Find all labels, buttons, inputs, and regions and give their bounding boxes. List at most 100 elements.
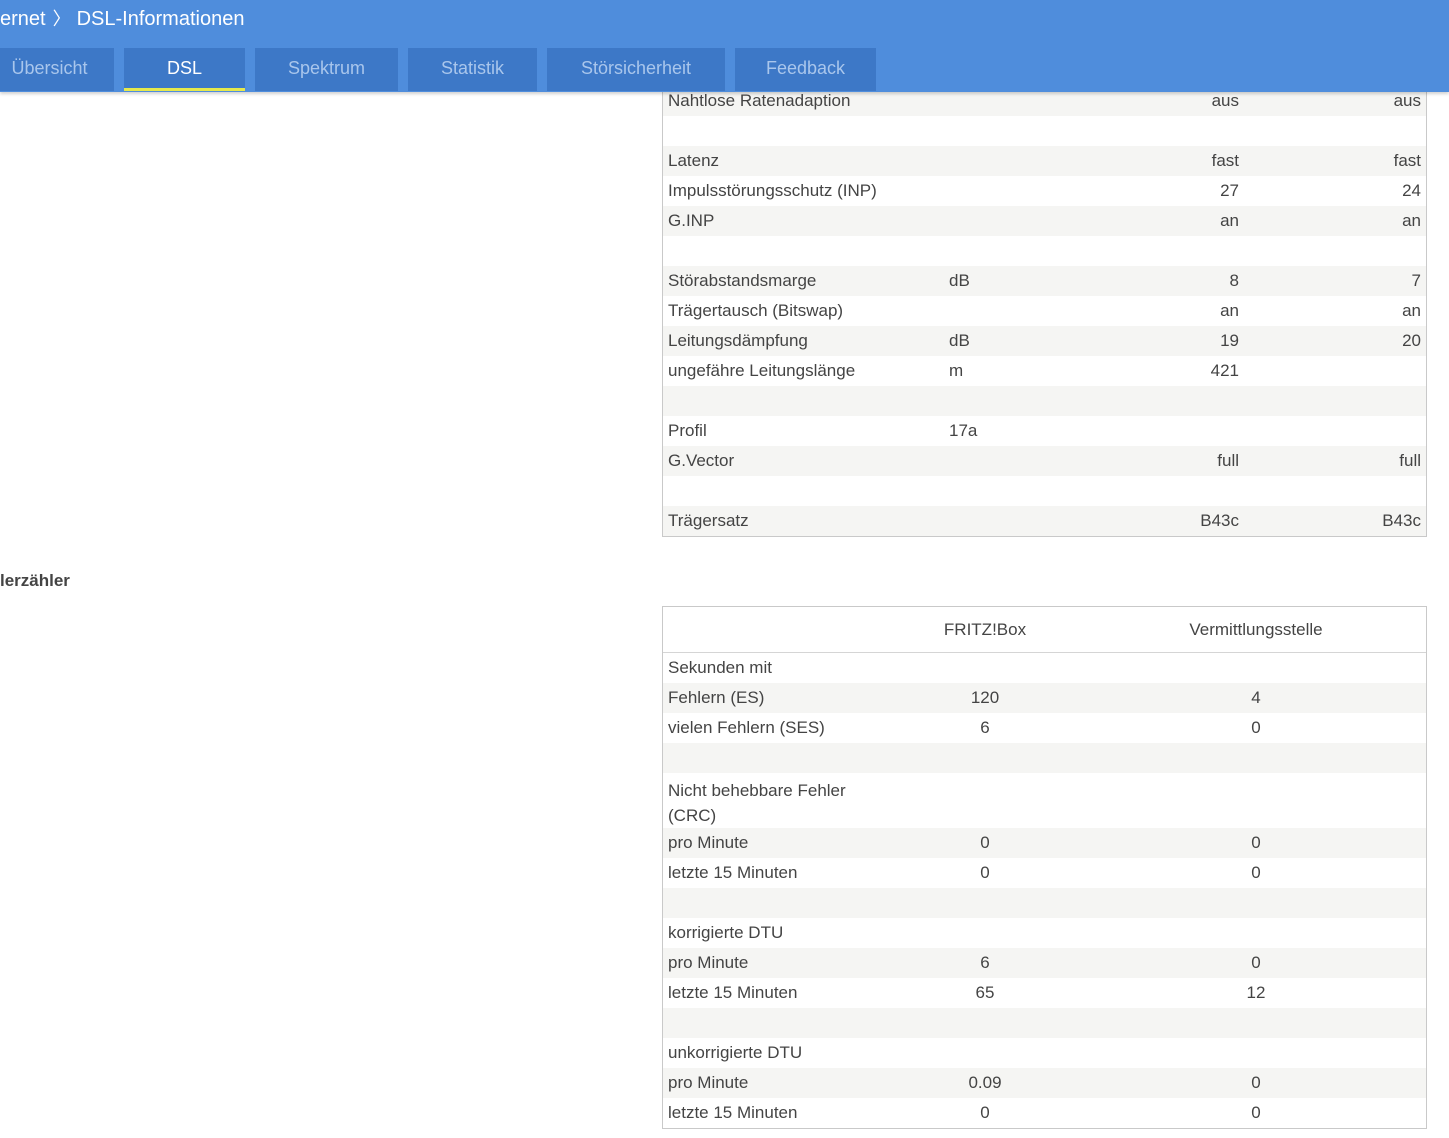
row-label: Nicht behebbare Fehler (CRC) [668,781,846,825]
row-value-exchange: 0 [1251,833,1261,852]
row-label: Trägersatz [668,511,749,530]
row-value-exchange: 0 [1251,718,1261,737]
row-value-fritzbox: full [1217,451,1239,470]
tab-uebersicht[interactable]: Übersicht [0,48,114,91]
row-value-fritzbox: 0.09 [968,1073,1002,1092]
row-label: pro Minute [668,953,749,972]
table-row: pro Minute 0.09 0 [663,1068,1426,1098]
row-value-exchange: 7 [1411,271,1421,290]
table-row: G.Vector full full [663,446,1426,476]
row-unit: dB [949,271,970,290]
row-value-fritzbox: 0 [980,863,990,882]
row-value-exchange: 0 [1251,953,1261,972]
table-row: Impulsstörungsschutz (INP) 27 24 [663,176,1426,206]
table-row: letzte 15 Minuten 0 0 [663,1098,1426,1128]
row-value-fritzbox: 0 [980,1103,990,1122]
table-row: pro Minute 0 0 [663,828,1426,858]
column-header-fritzbox: FRITZ!Box [943,620,1027,639]
row-value-fritzbox: fast [1211,151,1239,170]
tab-stoersicherheit[interactable]: Störsicherheit [547,48,725,91]
row-label: pro Minute [668,833,749,852]
table-row: Trägertausch (Bitswap) an an [663,296,1426,326]
table-row-spacer [663,743,1426,773]
table-row: ungefähre Leitungslänge m 421 [663,356,1426,386]
row-value-fritzbox: 8 [1229,271,1239,290]
row-value-fritzbox: 27 [1220,181,1239,200]
table-row-spacer [663,386,1426,416]
tab-dsl[interactable]: DSL [124,48,245,91]
row-label: pro Minute [668,1073,749,1092]
row-value-exchange: 20 [1402,331,1421,350]
row-value-fritzbox: an [1220,211,1239,230]
row-value-fritzbox: 0 [980,833,990,852]
table-row-spacer [663,116,1426,146]
table-row: G.INP an an [663,206,1426,236]
table-row: Fehlern (ES) 120 4 [663,683,1426,713]
row-label: unkorrigierte DTU [668,1043,803,1062]
row-unit: 17a [949,421,978,440]
row-unit: m [949,361,964,380]
row-label: korrigierte DTU [668,923,784,942]
table-row: vielen Fehlern (SES) 6 0 [663,713,1426,743]
row-value-exchange: 4 [1251,688,1261,707]
row-label: Latenz [668,151,720,170]
row-unit: dB [949,331,970,350]
row-label: Profil [668,421,707,440]
row-label: Störabstandsmarge [668,271,817,290]
row-label: G.Vector [668,451,735,470]
table-header: FRITZ!Box Vermittlungsstelle [663,607,1426,653]
table-row: letzte 15 Minuten 0 0 [663,858,1426,888]
row-label: Impulsstörungsschutz (INP) [668,181,877,200]
page-title: DSL-Informationen [76,8,245,30]
table-row: Sekunden mit [663,653,1426,683]
row-value-exchange: full [1399,451,1421,470]
row-label: Trägertausch (Bitswap) [668,301,844,320]
breadcrumb-parent-link[interactable]: ernet [0,8,46,30]
row-value-fritzbox: 421 [1210,361,1239,380]
column-header-exchange: Vermittlungsstelle [1189,620,1323,639]
table-row-spacer [663,476,1426,506]
row-value-fritzbox: 6 [980,718,990,737]
top-bar: ernet 〉 DSL-Informationen Übersicht DSL Sp… [0,0,1449,92]
tab-statistik[interactable]: Statistik [408,48,537,91]
row-value-exchange: 12 [1246,983,1266,1002]
row-value-exchange: 24 [1402,181,1421,200]
table-row: pro Minute 6 0 [663,948,1426,978]
row-value-fritzbox: B43c [1200,511,1239,530]
breadcrumb: ernet 〉 DSL-Informationen [0,6,244,32]
tab-spektrum[interactable]: Spektrum [255,48,398,91]
row-label: Sekunden mit [668,658,772,677]
row-value-exchange: an [1402,301,1421,320]
row-value-exchange: B43c [1382,511,1421,530]
table-row: Nicht behebbare Fehler (CRC) [663,773,1426,828]
row-value-fritzbox: 65 [975,983,995,1002]
row-value-exchange: fast [1393,151,1421,170]
error-counters-table: FRITZ!Box Vermittlungsstelle Sekunden mi… [662,606,1427,1129]
table-row: Latenz fast fast [663,146,1426,176]
row-label: vielen Fehlern (SES) [668,718,825,737]
table-row: Profil 17a [663,416,1426,446]
table-row: Trägersatz B43c B43c [663,506,1426,536]
table-row: letzte 15 Minuten 65 12 [663,978,1426,1008]
dsl-line-table: Nahtlose Ratenadaption aus aus Latenz fa… [662,86,1427,537]
row-value-exchange: 0 [1251,863,1261,882]
row-value-fritzbox: an [1220,301,1239,320]
chevron-right-icon: 〉 [52,9,71,29]
row-value-exchange: an [1402,211,1421,230]
row-label: letzte 15 Minuten [668,983,798,1002]
row-label: ungefähre Leitungslänge [668,361,856,380]
row-value-fritzbox: 6 [980,953,990,972]
table-row: Leitungsdämpfung dB 19 20 [663,326,1426,356]
row-value-exchange: 0 [1251,1103,1261,1122]
table-row: unkorrigierte DTU [663,1038,1426,1068]
row-label: Fehlern (ES) [668,688,765,707]
row-label: letzte 15 Minuten [668,1103,798,1122]
table-row: Störabstandsmarge dB 8 7 [663,266,1426,296]
row-value-exchange: 0 [1251,1073,1261,1092]
row-value-fritzbox: 120 [970,688,1000,707]
row-label: Leitungsdämpfung [668,331,808,350]
row-label: letzte 15 Minuten [668,863,798,882]
tab-feedback[interactable]: Feedback [735,48,876,91]
table-row-spacer [663,236,1426,266]
row-label: G.INP [668,211,715,230]
